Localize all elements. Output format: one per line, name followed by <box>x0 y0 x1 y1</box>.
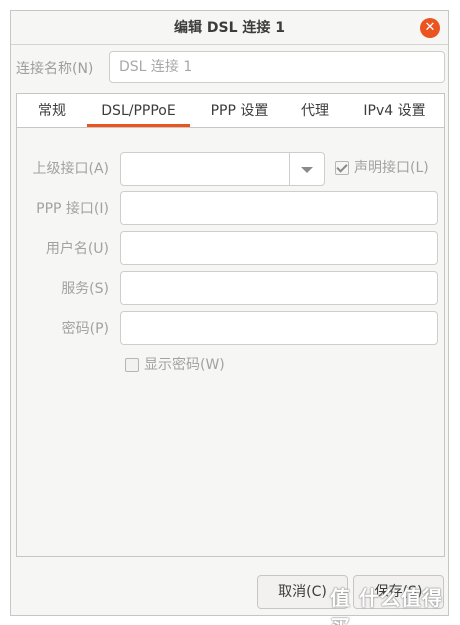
parent-interface-label: 上级接口(A) <box>32 161 109 177</box>
tab-general[interactable]: 常规 <box>27 94 77 127</box>
tab-dsl-pppoe[interactable]: DSL/PPPoE <box>87 94 190 127</box>
claim-interface-checkbox[interactable] <box>335 161 349 175</box>
claim-interface-label: 声明接口(L) <box>354 160 429 176</box>
chevron-down-icon[interactable] <box>301 167 313 173</box>
username-input[interactable] <box>120 231 438 265</box>
password-label: 密码(P) <box>61 321 109 337</box>
title-bar: 编辑 DSL 连接 1 ✕ <box>11 11 448 45</box>
ppp-interface-input[interactable] <box>120 191 438 225</box>
show-password-label: 显示密码(W) <box>144 357 225 373</box>
tab-proxy[interactable]: 代理 <box>289 94 341 127</box>
tab-bar: 常规 DSL/PPPoE PPP 设置 代理 IPv4 设置 <box>17 94 444 128</box>
connection-name-input[interactable]: DSL 连接 1 <box>109 51 445 83</box>
window-title: 编辑 DSL 连接 1 <box>174 20 285 36</box>
settings-notebook: 常规 DSL/PPPoE PPP 设置 代理 IPv4 设置 上级接口(A) 声… <box>16 93 445 557</box>
close-icon[interactable]: ✕ <box>420 18 440 38</box>
parent-interface-combo[interactable] <box>120 152 325 186</box>
connection-name-label: 连接名称(N) <box>16 61 94 77</box>
username-label: 用户名(U) <box>45 241 109 257</box>
show-password-checkbox[interactable] <box>125 358 139 372</box>
site-watermark: 值 什么值得买 <box>330 586 443 625</box>
service-label: 服务(S) <box>61 281 109 297</box>
check-icon <box>336 161 348 173</box>
tab-ipv4-settings[interactable]: IPv4 设置 <box>352 94 437 127</box>
service-input[interactable] <box>120 271 438 305</box>
combo-separator <box>289 153 290 185</box>
password-input[interactable] <box>120 311 438 345</box>
dialog-window: 编辑 DSL 连接 1 ✕ 连接名称(N) DSL 连接 1 常规 DSL/PP… <box>10 10 449 616</box>
ppp-interface-label: PPP 接口(I) <box>36 201 109 217</box>
tab-ppp-settings[interactable]: PPP 设置 <box>202 94 277 127</box>
